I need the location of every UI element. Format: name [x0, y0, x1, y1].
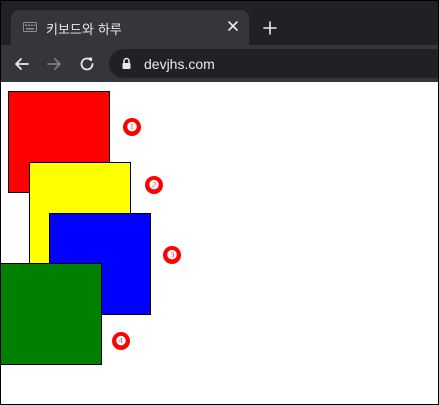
- number-marker-4: ❹: [112, 332, 130, 350]
- tab-title: 키보드와 하루: [46, 23, 122, 38]
- number-marker-2: ❷: [145, 176, 163, 194]
- page-content: ❶ ❷ ❸ ❹: [1, 82, 438, 404]
- browser-toolbar: devjhs.com: [1, 45, 438, 82]
- keyboard-icon: [23, 22, 37, 32]
- reload-icon[interactable]: [78, 55, 96, 73]
- back-arrow-icon[interactable]: [13, 55, 31, 73]
- url-text: devjhs.com: [144, 56, 215, 72]
- tab-strip: 키보드와 하루: [1, 1, 438, 45]
- close-tab-icon[interactable]: [226, 19, 240, 33]
- browser-window: 키보드와 하루 devjhs.com ❶ ❷ ❸ ❹: [0, 0, 439, 405]
- address-bar[interactable]: devjhs.com: [109, 49, 438, 78]
- forward-arrow-icon[interactable]: [45, 55, 63, 73]
- tab-active[interactable]: 키보드와 하루: [11, 10, 249, 45]
- lock-icon[interactable]: [121, 57, 132, 70]
- number-marker-1: ❶: [123, 118, 141, 136]
- number-marker-3: ❸: [163, 246, 181, 264]
- green-box: [1, 263, 102, 365]
- new-tab-icon[interactable]: [262, 20, 278, 36]
